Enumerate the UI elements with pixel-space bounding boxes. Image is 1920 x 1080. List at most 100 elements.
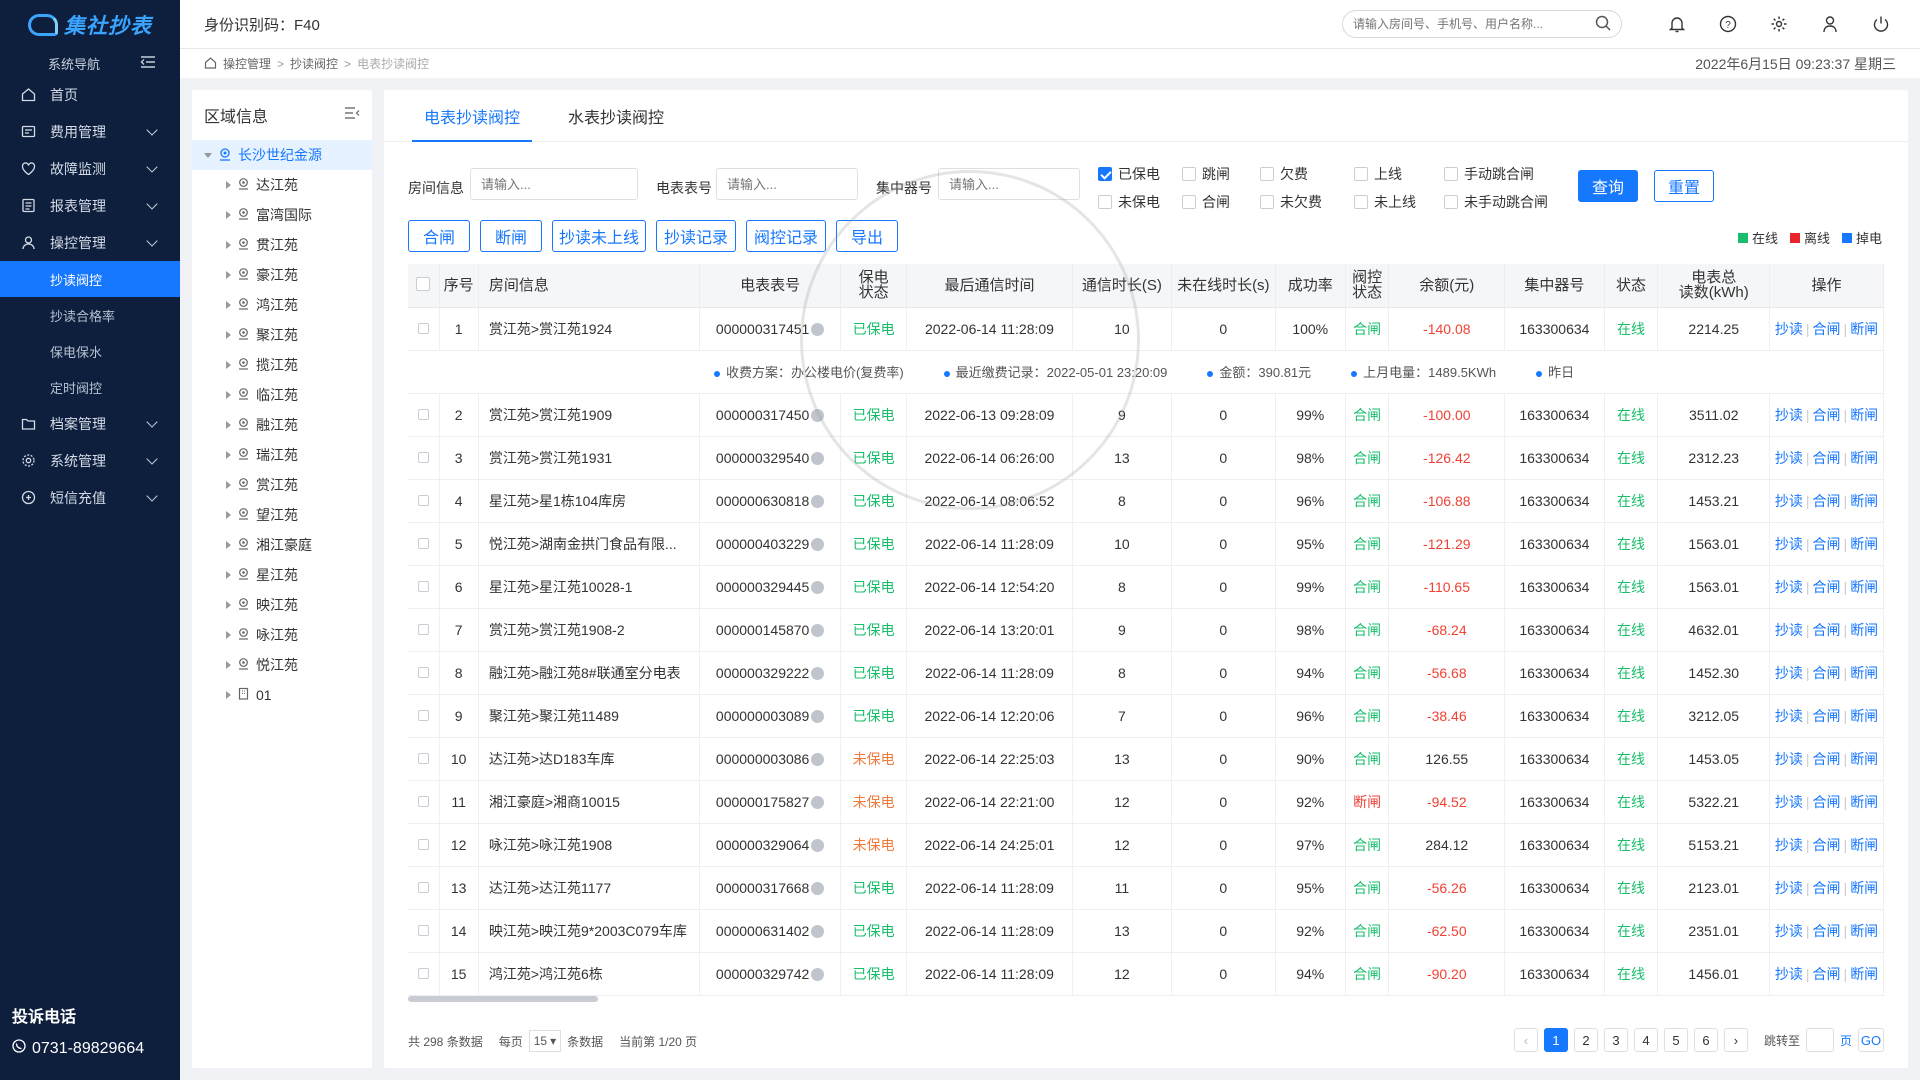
row-checkbox[interactable] (417, 623, 429, 635)
go-button[interactable]: GO (1858, 1028, 1884, 1052)
search-input[interactable] (1353, 17, 1583, 31)
row-action-link[interactable]: 合闸 (1813, 923, 1841, 939)
table-row[interactable]: 8 融江苑>融江苑8#联通室分电表 000000329222 已保电 2022-06-1… (408, 651, 1884, 695)
row-action-link[interactable]: 断闸 (1850, 794, 1878, 810)
row-action-link[interactable]: 抄读 (1775, 708, 1803, 724)
row-action-link[interactable]: 合闸 (1813, 622, 1841, 638)
row-action-link[interactable]: 断闸 (1850, 966, 1878, 982)
home-icon[interactable] (204, 56, 217, 72)
power-icon[interactable] (1871, 14, 1891, 34)
chevron-down-icon[interactable] (146, 415, 158, 428)
sidebar-item-sms[interactable]: 短信充值 (0, 479, 180, 516)
global-search[interactable] (1342, 10, 1622, 38)
row-checkbox[interactable] (417, 494, 429, 506)
row-action-link[interactable]: 断闸 (1850, 450, 1878, 466)
table-row[interactable]: 12 咏江苑>咏江苑1908 000000329064 未保电 2022-06-14 2… (408, 823, 1884, 867)
page-number[interactable]: 4 (1633, 1028, 1658, 1052)
row-action-link[interactable]: 断闸 (1850, 579, 1878, 595)
checkbox-icon[interactable] (1098, 167, 1112, 181)
expand-icon[interactable] (226, 661, 231, 669)
table-row[interactable]: 5 悦江苑>湖南金拱门食品有限... 000000403229 已保电 2022-06-… (408, 522, 1884, 566)
expand-icon[interactable] (226, 631, 231, 639)
checkbox-icon[interactable] (1182, 167, 1196, 181)
sidebar-item-home[interactable]: 首页 (0, 76, 180, 113)
tree-node[interactable]: 01 (192, 680, 372, 710)
tree-node[interactable]: 达江苑 (192, 170, 372, 200)
filter-checkbox[interactable]: 已保电 (1098, 164, 1160, 184)
table-row[interactable]: 1 赏江苑>赏江苑1924 000000317451 已保电 2022-06-14 11… (408, 307, 1884, 351)
row-action-link[interactable]: 合闸 (1813, 880, 1841, 896)
table-row[interactable]: 13 达江苑>达江苑1177 000000317668 已保电 2022-06-14 1… (408, 866, 1884, 910)
collapse-panel-icon[interactable] (344, 106, 360, 125)
chevron-down-icon[interactable] (146, 123, 158, 136)
tree-node[interactable]: 聚江苑 (192, 320, 372, 350)
row-checkbox[interactable] (417, 451, 429, 463)
expand-icon[interactable] (226, 361, 231, 369)
export-button[interactable]: 导出 (836, 220, 898, 252)
row-checkbox[interactable] (417, 666, 429, 678)
column-header[interactable]: 房间信息 (478, 264, 701, 308)
expand-icon[interactable] (226, 571, 231, 579)
row-action-link[interactable]: 合闸 (1813, 579, 1841, 595)
row-action-link[interactable]: 断闸 (1850, 708, 1878, 724)
info-icon[interactable] (811, 882, 825, 896)
bell-icon[interactable] (1667, 14, 1687, 34)
checkbox-icon[interactable] (1444, 167, 1458, 181)
column-header[interactable]: 未在线时长(s) (1171, 264, 1276, 308)
row-checkbox[interactable] (417, 580, 429, 592)
expand-icon[interactable] (226, 541, 231, 549)
table-row[interactable]: 3 赏江苑>赏江苑1931 000000329540 已保电 2022-06-14 06… (408, 436, 1884, 480)
column-header[interactable]: 最后通信时间 (906, 264, 1073, 308)
row-checkbox[interactable] (417, 795, 429, 807)
row-action-link[interactable]: 合闸 (1813, 751, 1841, 767)
column-header[interactable]: 电表总 读数(kWh) (1657, 264, 1771, 308)
page-number[interactable]: 2 (1573, 1028, 1598, 1052)
row-action-link[interactable]: 断闸 (1850, 622, 1878, 638)
tree-node[interactable]: 豪江苑 (192, 260, 372, 290)
column-header[interactable]: 余额(元) (1388, 264, 1506, 308)
table-row[interactable]: 14 映江苑>映江苑9*2003C079车库 000000631402 已保电 2022… (408, 909, 1884, 953)
meter-input[interactable] (716, 168, 858, 200)
prev-page-icon[interactable]: ‹ (1513, 1028, 1538, 1052)
info-icon[interactable] (811, 323, 825, 337)
row-action-link[interactable]: 抄读 (1775, 493, 1803, 509)
chevron-down-icon[interactable] (146, 234, 158, 247)
checkbox-icon[interactable] (1182, 195, 1196, 209)
column-header[interactable]: 状态 (1604, 264, 1659, 308)
table-row[interactable]: 10 达江苑>达D183车库 000000003086 未保电 2022-06-14 2… (408, 737, 1884, 781)
expand-icon[interactable] (226, 241, 231, 249)
settings-icon[interactable] (1769, 14, 1789, 34)
column-header[interactable]: 操作 (1769, 264, 1884, 308)
next-page-icon[interactable]: › (1723, 1028, 1748, 1052)
sidebar-item-report[interactable]: 报表管理 (0, 187, 180, 224)
row-action-link[interactable]: 合闸 (1813, 407, 1841, 423)
expand-icon[interactable] (226, 511, 231, 519)
user-icon[interactable] (1820, 14, 1840, 34)
info-icon[interactable] (811, 925, 825, 939)
page-number[interactable]: 6 (1693, 1028, 1718, 1052)
sidebar-item-folder[interactable]: 档案管理 (0, 405, 180, 442)
row-action-link[interactable]: 抄读 (1775, 579, 1803, 595)
filter-checkbox[interactable]: 合闸 (1182, 192, 1230, 212)
sidebar-subitem[interactable]: 定时阀控 (0, 369, 180, 405)
expand-icon[interactable] (204, 152, 212, 158)
table-row[interactable]: 11 湘江豪庭>湘商10015 000000175827 未保电 2022-06-14 … (408, 780, 1884, 824)
open-valve-button[interactable]: 断闸 (480, 220, 542, 252)
table-row[interactable]: 6 星江苑>星江苑10028-1 000000329445 已保电 2022-06-14… (408, 565, 1884, 609)
row-action-link[interactable]: 抄读 (1775, 536, 1803, 552)
expand-icon[interactable] (226, 391, 231, 399)
expand-icon[interactable] (226, 271, 231, 279)
row-action-link[interactable]: 合闸 (1813, 794, 1841, 810)
query-button[interactable]: 查询 (1578, 170, 1638, 202)
row-checkbox[interactable] (417, 752, 429, 764)
page-number[interactable]: 3 (1603, 1028, 1628, 1052)
sidebar-subitem[interactable]: 抄读合格率 (0, 297, 180, 333)
tree-node[interactable]: 赏江苑 (192, 470, 372, 500)
breadcrumb-item[interactable]: 操控管理 (223, 55, 271, 72)
sidebar-subitem[interactable]: 抄读阀控 (0, 261, 180, 297)
checkbox-icon[interactable] (1444, 195, 1458, 209)
row-action-link[interactable]: 抄读 (1775, 450, 1803, 466)
checkbox-icon[interactable] (1260, 195, 1274, 209)
filter-checkbox[interactable]: 欠费 (1260, 164, 1308, 184)
row-action-link[interactable]: 断闸 (1850, 837, 1878, 853)
